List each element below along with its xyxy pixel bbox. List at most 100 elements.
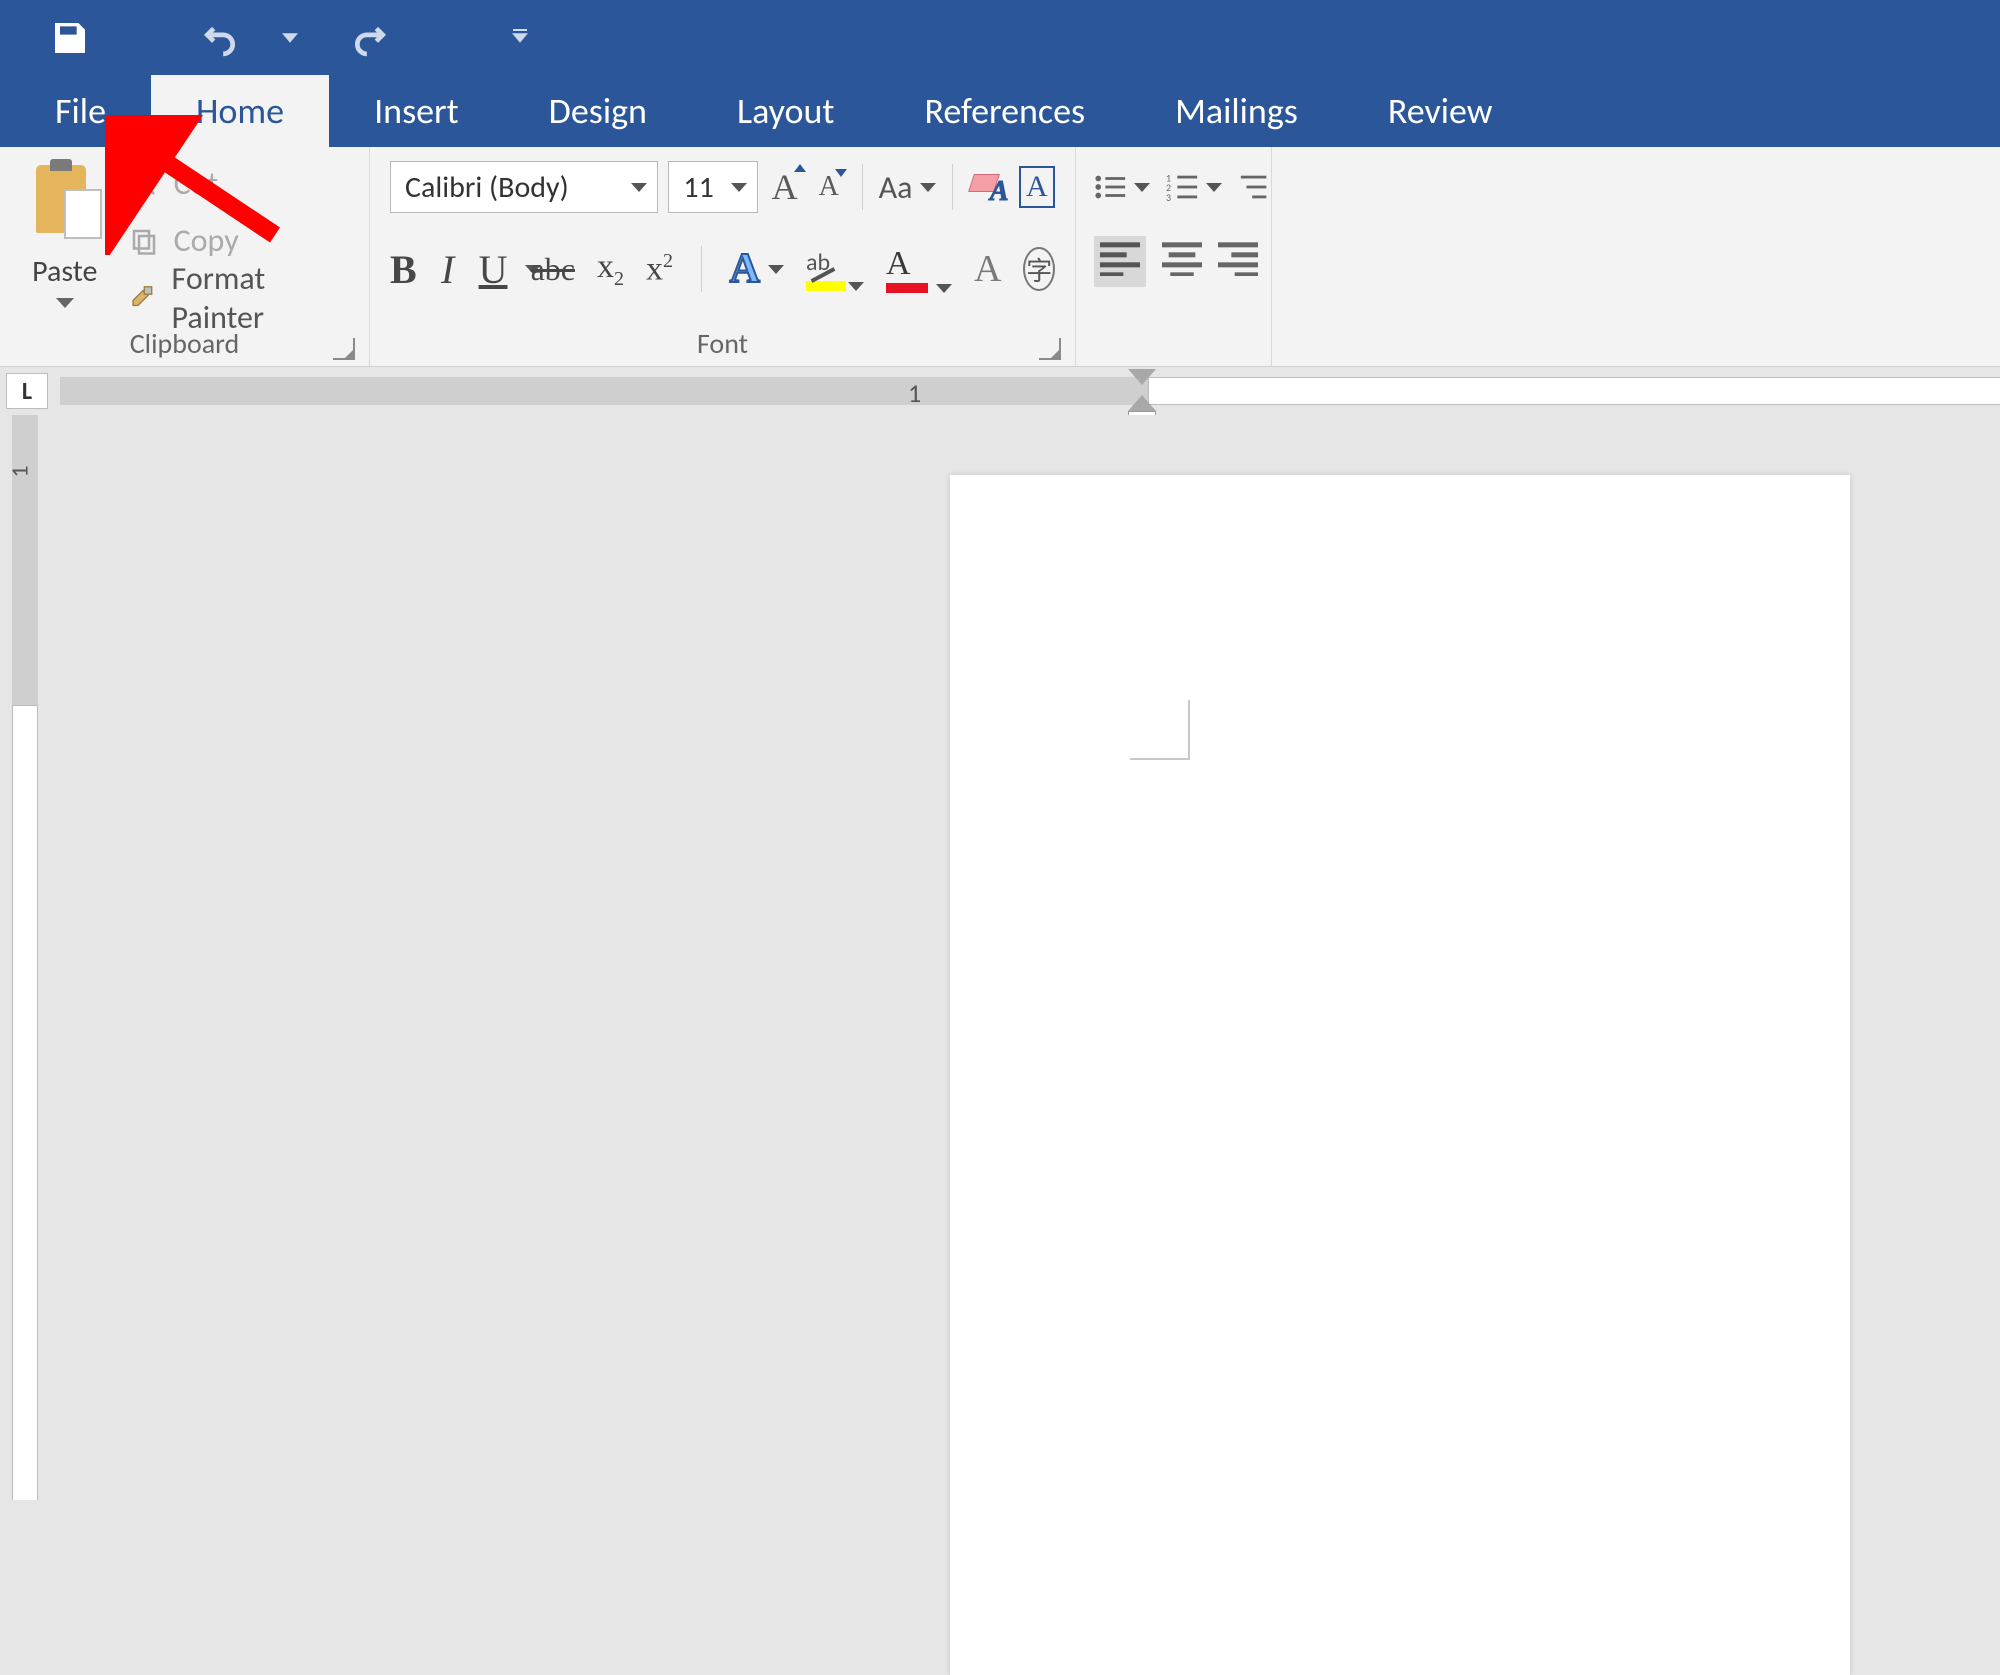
save-button[interactable] [40, 8, 100, 68]
highlight-button[interactable]: ab [806, 248, 864, 291]
vruler-inactive [12, 415, 38, 705]
font-color-button[interactable]: A [886, 245, 952, 293]
ruler-number: 1 [908, 377, 921, 409]
horizontal-ruler[interactable]: L 1 [0, 367, 2000, 415]
chevron-down-icon [1206, 183, 1222, 192]
redo-button[interactable] [340, 8, 400, 68]
numbering-icon: 123 [1166, 172, 1200, 202]
copy-label: Copy [174, 221, 239, 260]
chevron-down-icon [1134, 183, 1150, 192]
vruler-number: 1 [6, 465, 35, 477]
font-name-dropdown[interactable]: Calibri (Body) [390, 161, 658, 213]
vertical-ruler[interactable]: 1 [0, 415, 50, 1500]
chevron-down-icon [731, 183, 747, 192]
group-font: Calibri (Body) 11 A A Aa A [370, 147, 1076, 366]
numbering-button[interactable]: 123 [1166, 172, 1222, 202]
save-icon [50, 18, 90, 58]
tab-file[interactable]: File [0, 75, 151, 147]
document-area[interactable] [50, 415, 2000, 1500]
italic-button[interactable]: I [439, 246, 457, 293]
cut-button[interactable]: Cut [124, 156, 355, 212]
document-workspace: 1 [0, 415, 2000, 1500]
char-border-A: A [1026, 170, 1048, 204]
chevron-down-icon [768, 265, 784, 274]
tab-insert[interactable]: Insert [329, 75, 504, 147]
format-painter-button[interactable]: Format Painter [124, 270, 355, 326]
chevron-down-icon [936, 284, 952, 293]
font-size-value: 11 [683, 169, 713, 206]
group-paragraph: 123 [1076, 147, 1272, 366]
multilevel-list-button[interactable] [1238, 172, 1272, 202]
paste-button[interactable]: Paste [22, 155, 108, 326]
ribbon-tabs: File Home Insert Design Layout Reference… [0, 75, 2000, 147]
font-color-A-icon: A [886, 245, 928, 283]
tab-design[interactable]: Design [504, 75, 692, 147]
text-effects-icon: A [730, 245, 760, 293]
tab-home[interactable]: Home [151, 75, 329, 147]
align-center-icon [1162, 242, 1202, 276]
align-right-icon [1218, 242, 1258, 276]
bullets-button[interactable] [1094, 172, 1150, 202]
clipboard-launcher[interactable] [333, 338, 355, 360]
redo-icon [351, 19, 389, 57]
tab-review[interactable]: Review [1343, 75, 1538, 147]
align-left-button[interactable] [1094, 236, 1146, 287]
tab-selector[interactable]: L [6, 373, 48, 409]
shrink-font-button[interactable]: A [812, 171, 846, 203]
paintbrush-icon [124, 283, 162, 313]
margin-corner-guide [1130, 700, 1190, 760]
font-launcher[interactable] [1039, 338, 1061, 360]
bold-button[interactable]: B [390, 246, 417, 293]
svg-text:3: 3 [1166, 192, 1171, 202]
text-effects-button[interactable]: A [730, 245, 784, 293]
multilevel-icon [1238, 172, 1272, 202]
separator [862, 164, 863, 210]
font-name-value: Calibri (Body) [405, 169, 569, 206]
clear-formatting-button[interactable]: A [969, 168, 1008, 206]
align-left-icon [1100, 242, 1140, 276]
grow-font-button[interactable]: A [768, 166, 802, 208]
document-page[interactable] [950, 475, 1850, 1675]
tab-mailings[interactable]: Mailings [1130, 75, 1343, 147]
ruler-active-region [1148, 377, 2000, 405]
change-case-button[interactable]: Aa [879, 168, 937, 207]
vruler-active [12, 705, 38, 1500]
clipboard-group-label: Clipboard [130, 326, 239, 361]
format-painter-label: Format Painter [172, 259, 355, 337]
enclose-characters-button[interactable]: 字 [1023, 247, 1055, 291]
copy-icon [124, 226, 164, 256]
strikethrough-button[interactable]: abc [531, 251, 575, 288]
chevron-down-icon [631, 183, 647, 192]
customize-qat-dropdown[interactable] [490, 8, 550, 68]
underline-button[interactable]: U [479, 246, 509, 293]
chevron-down-icon [848, 282, 864, 291]
align-center-button[interactable] [1162, 242, 1202, 281]
group-clipboard: Paste Cut Copy [0, 147, 370, 366]
undo-dropdown[interactable] [260, 8, 320, 68]
paste-label: Paste [32, 253, 97, 290]
bullets-icon [1094, 172, 1128, 202]
superscript-button[interactable]: x2 [646, 250, 673, 288]
scissors-icon [124, 169, 164, 199]
cut-label: Cut [174, 164, 219, 203]
tab-layout[interactable]: Layout [692, 75, 880, 147]
clear-A-icon: A [990, 176, 1009, 208]
quick-access-toolbar [0, 0, 2000, 75]
paste-icon [30, 163, 100, 243]
font-group-label: Font [697, 326, 748, 361]
character-border-button[interactable]: A [1019, 166, 1055, 208]
hanging-indent-icon [1128, 395, 1156, 411]
ribbon: Paste Cut Copy [0, 147, 2000, 367]
tab-references[interactable]: References [879, 75, 1130, 147]
undo-icon [201, 19, 239, 57]
font-size-dropdown[interactable]: 11 [668, 161, 757, 213]
align-right-button[interactable] [1218, 242, 1258, 281]
change-case-label: Aa [879, 168, 913, 207]
font-color-swatch [886, 283, 928, 293]
subscript-button[interactable]: x2 [597, 248, 624, 291]
character-shading-button[interactable]: A [974, 247, 1001, 291]
first-line-indent-icon [1128, 369, 1156, 385]
chevron-down-icon [920, 183, 936, 192]
separator [701, 246, 702, 292]
undo-button[interactable] [190, 8, 250, 68]
